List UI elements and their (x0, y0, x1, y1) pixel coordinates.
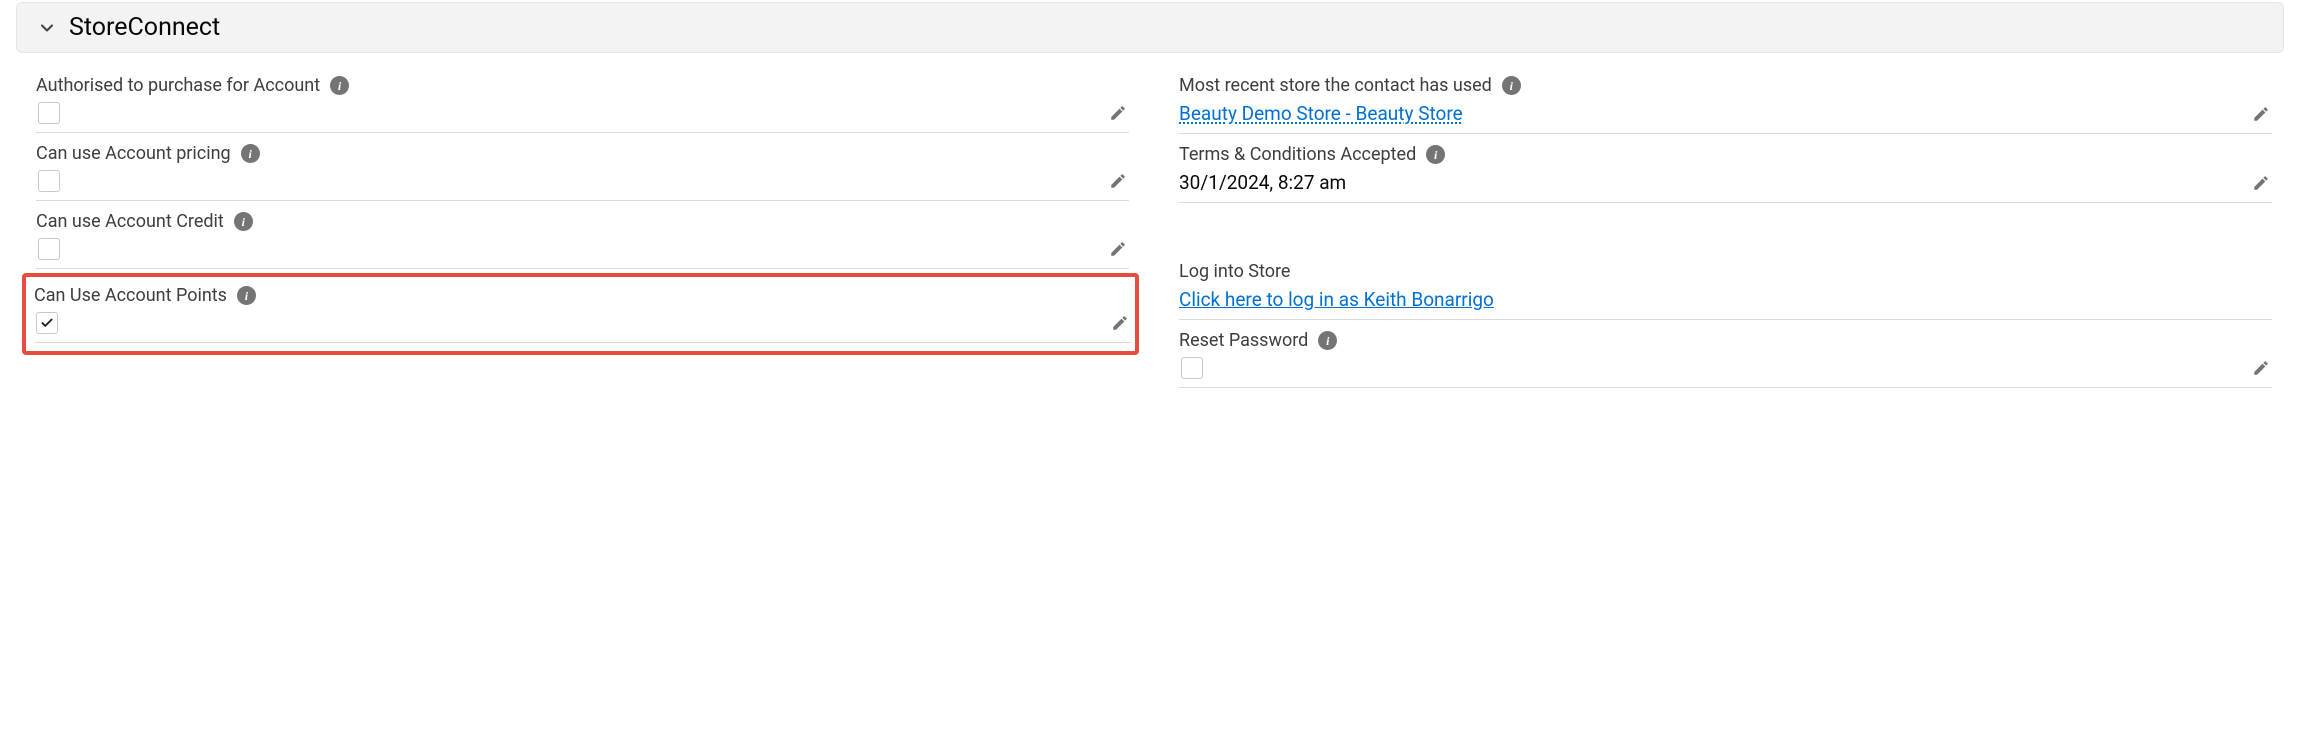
checkbox-credit[interactable] (38, 238, 60, 260)
checkbox-authorised[interactable] (38, 102, 60, 124)
edit-pencil-icon[interactable] (2250, 357, 2272, 379)
edit-pencil-icon[interactable] (1109, 312, 1131, 334)
field-label: Log into Store (1179, 261, 1290, 282)
edit-pencil-icon[interactable] (1107, 102, 1129, 124)
login-as-link[interactable]: Click here to log in as Keith Bonarrigo (1179, 288, 1494, 311)
checkbox-pricing[interactable] (38, 170, 60, 192)
section-title: StoreConnect (69, 13, 220, 42)
field-label: Can use Account pricing (36, 143, 231, 164)
chevron-down-icon (37, 18, 57, 38)
info-icon[interactable]: i (1426, 145, 1445, 164)
info-icon[interactable]: i (234, 212, 253, 231)
edit-pencil-icon[interactable] (1107, 238, 1129, 260)
info-icon[interactable]: i (241, 144, 260, 163)
checkbox-points[interactable] (36, 312, 58, 334)
storeconnect-section: StoreConnect Authorised to purchase for … (0, 2, 2300, 394)
recent-store-link[interactable]: Beauty Demo Store - Beauty Store (1179, 102, 1463, 125)
field-login: Log into Store Click here to log in as K… (1179, 257, 2272, 326)
edit-pencil-icon[interactable] (1107, 170, 1129, 192)
field-label: Reset Password (1179, 330, 1308, 351)
field-pricing: Can use Account pricing i (36, 139, 1129, 207)
edit-pencil-icon[interactable] (2250, 103, 2272, 125)
field-terms: Terms & Conditions Accepted i 30/1/2024,… (1179, 140, 2272, 209)
field-label: Can Use Account Points (34, 285, 227, 306)
info-icon[interactable]: i (330, 76, 349, 95)
info-icon[interactable]: i (1318, 331, 1337, 350)
right-column: Most recent store the contact has used i… (1179, 71, 2272, 394)
field-label: Terms & Conditions Accepted (1179, 144, 1416, 165)
section-header[interactable]: StoreConnect (16, 2, 2284, 53)
field-label: Can use Account Credit (36, 211, 224, 232)
field-label: Most recent store the contact has used (1179, 75, 1492, 96)
left-column: Authorised to purchase for Account i Can… (36, 71, 1129, 394)
info-icon[interactable]: i (237, 286, 256, 305)
info-icon[interactable]: i (1502, 76, 1521, 95)
field-points-highlighted: Can Use Account Points i (24, 275, 1137, 353)
terms-accepted-value: 30/1/2024, 8:27 am (1179, 171, 1346, 194)
field-label: Authorised to purchase for Account (36, 75, 320, 96)
checkbox-reset[interactable] (1181, 357, 1203, 379)
field-recent-store: Most recent store the contact has used i… (1179, 71, 2272, 140)
field-reset-password: Reset Password i (1179, 326, 2272, 394)
edit-pencil-icon[interactable] (2250, 172, 2272, 194)
field-columns: Authorised to purchase for Account i Can… (0, 53, 2300, 394)
field-credit: Can use Account Credit i (36, 207, 1129, 275)
spacer (1179, 209, 2272, 257)
field-authorised: Authorised to purchase for Account i (36, 71, 1129, 139)
